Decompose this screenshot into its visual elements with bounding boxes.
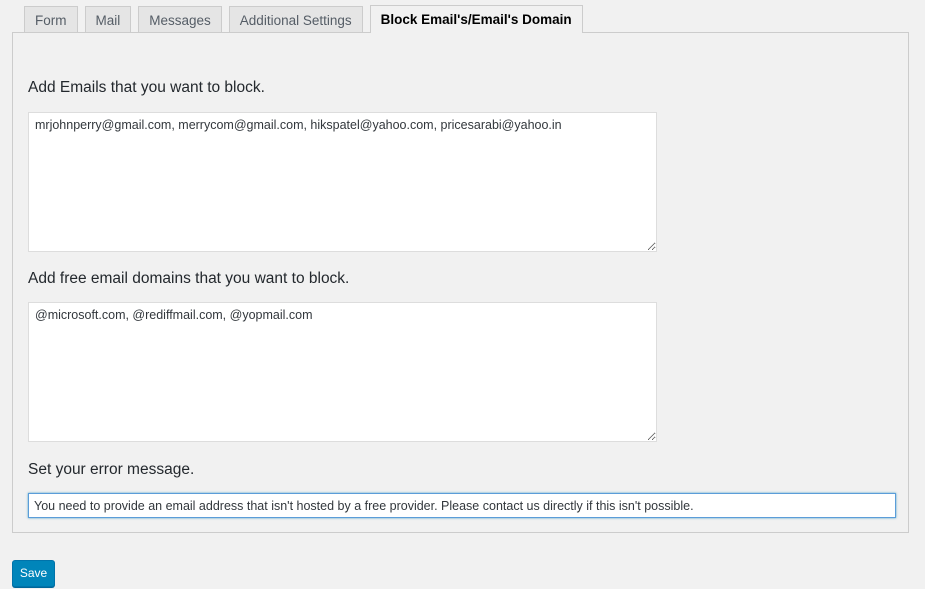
settings-panel: Add Emails that you want to block. mrjoh… xyxy=(12,32,909,533)
tab-block-emails[interactable]: Block Email's/Email's Domain xyxy=(369,5,583,33)
error-message-input[interactable] xyxy=(28,493,896,518)
tab-mail[interactable]: Mail xyxy=(84,6,132,33)
block-domains-label: Add free email domains that you want to … xyxy=(28,270,350,287)
tab-messages[interactable]: Messages xyxy=(138,6,222,33)
error-message-label: Set your error message. xyxy=(28,461,195,478)
block-domains-textarea[interactable]: @microsoft.com, @rediffmail.com, @yopmai… xyxy=(28,302,657,442)
block-emails-textarea[interactable]: mrjohnperry@gmail.com, merrycom@gmail.co… xyxy=(28,112,657,252)
tab-bar: Form Mail Messages Additional Settings B… xyxy=(24,5,590,33)
tab-additional-settings[interactable]: Additional Settings xyxy=(228,6,363,33)
block-emails-label: Add Emails that you want to block. xyxy=(28,79,265,96)
save-button[interactable]: Save xyxy=(12,560,55,587)
tab-form[interactable]: Form xyxy=(24,6,78,33)
